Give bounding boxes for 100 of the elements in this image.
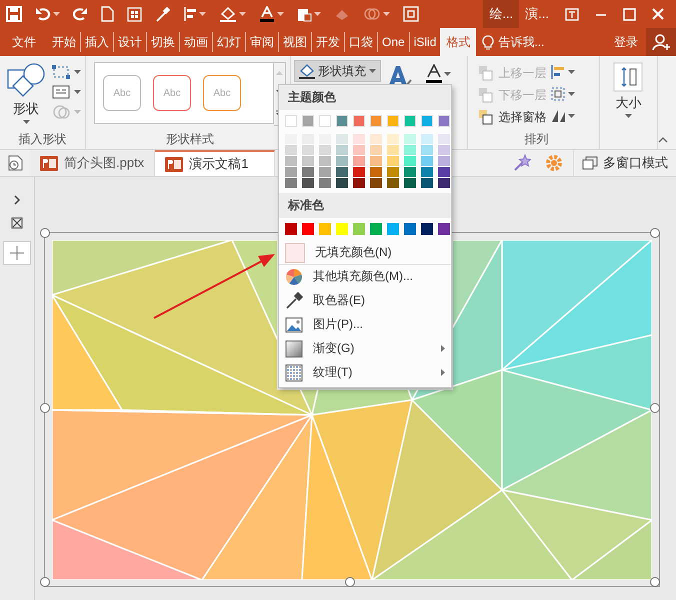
color-swatch[interactable] — [336, 178, 348, 188]
resize-handle[interactable] — [345, 577, 355, 587]
menu-item[interactable]: 渐变(G) — [279, 336, 451, 360]
color-swatch[interactable] — [421, 145, 433, 155]
color-swatch[interactable] — [302, 134, 314, 144]
align-icon[interactable] — [550, 64, 566, 80]
resize-handle[interactable] — [650, 228, 660, 238]
color-swatch[interactable] — [353, 145, 365, 155]
resize-handle[interactable] — [40, 403, 50, 413]
caret-icon[interactable] — [624, 114, 632, 118]
ribbon-tab[interactable]: 文件 — [0, 28, 46, 56]
color-swatch[interactable] — [404, 134, 416, 144]
color-swatch[interactable] — [387, 134, 399, 144]
color-swatch[interactable] — [421, 167, 433, 177]
color-swatch[interactable] — [319, 178, 331, 188]
menu-item[interactable]: 无填充颜色(N) — [279, 240, 451, 264]
color-swatch[interactable] — [302, 178, 314, 188]
ribbon-display-icon[interactable] — [565, 8, 579, 20]
color-swatch[interactable] — [302, 145, 314, 155]
new-document-icon[interactable] — [101, 6, 114, 22]
tell-me-search[interactable]: 告诉我... — [476, 28, 550, 56]
color-swatch[interactable] — [285, 145, 297, 155]
color-swatch[interactable] — [404, 115, 416, 127]
rotate-icon[interactable] — [550, 108, 566, 124]
menu-item[interactable]: 纹理(T) — [279, 360, 451, 384]
color-swatch[interactable] — [370, 115, 382, 127]
gear-icon[interactable] — [545, 154, 563, 172]
color-swatch[interactable] — [438, 156, 450, 166]
resize-handle[interactable] — [650, 403, 660, 413]
color-swatch[interactable] — [353, 167, 365, 177]
color-swatch[interactable] — [319, 134, 331, 144]
color-swatch[interactable] — [421, 115, 433, 127]
resize-handle[interactable] — [40, 228, 50, 238]
color-swatch[interactable] — [438, 145, 450, 155]
menu-item[interactable]: 图片(P)... — [279, 312, 451, 336]
color-swatch[interactable] — [438, 178, 450, 188]
eyedropper-icon[interactable] — [155, 6, 170, 22]
size-button[interactable]: 大小 — [611, 60, 646, 120]
color-swatch[interactable] — [285, 178, 297, 188]
shape-fill-button[interactable]: 形状填充 — [294, 60, 381, 82]
collapse-ribbon-icon[interactable] — [658, 137, 668, 143]
caret-icon[interactable] — [314, 12, 321, 16]
grid-icon[interactable] — [127, 6, 142, 22]
document-tab[interactable]: 演示文稿1 — [155, 150, 276, 176]
color-swatch[interactable] — [404, 223, 416, 235]
color-swatch[interactable] — [370, 134, 382, 144]
maximize-icon[interactable] — [623, 8, 636, 20]
paste-icon[interactable] — [297, 6, 312, 22]
caret-icon[interactable] — [444, 72, 452, 76]
color-swatch[interactable] — [353, 178, 365, 188]
font-color-icon[interactable] — [259, 6, 275, 22]
shapes-button[interactable]: 形状 — [4, 60, 48, 131]
caret-icon[interactable] — [239, 12, 246, 16]
add-slide-button[interactable] — [3, 241, 31, 265]
color-swatch[interactable] — [370, 145, 382, 155]
color-swatch[interactable] — [319, 167, 331, 177]
ribbon-tab[interactable]: 幻灯 — [212, 32, 245, 52]
edit-shape-icon[interactable] — [52, 64, 72, 80]
color-swatch[interactable] — [285, 156, 297, 166]
caret-icon[interactable] — [369, 69, 376, 73]
overlap-circles-icon[interactable] — [363, 6, 381, 22]
color-swatch[interactable] — [285, 223, 297, 235]
menu-item[interactable]: 其他填充颜色(M)... — [279, 264, 451, 288]
color-swatch[interactable] — [387, 223, 399, 235]
color-swatch[interactable] — [319, 115, 331, 127]
color-swatch[interactable] — [336, 223, 348, 235]
color-swatch[interactable] — [421, 178, 433, 188]
color-swatch[interactable] — [285, 134, 297, 144]
caret-icon[interactable] — [74, 70, 81, 74]
ribbon-tab[interactable]: 审阅 — [245, 32, 278, 52]
expand-pane-icon[interactable] — [13, 195, 21, 205]
color-swatch[interactable] — [438, 115, 450, 127]
color-swatch[interactable] — [421, 156, 433, 166]
color-swatch[interactable] — [387, 156, 399, 166]
caret-icon[interactable] — [53, 12, 60, 16]
color-swatch[interactable] — [319, 145, 331, 155]
caret-icon[interactable] — [277, 12, 284, 16]
sign-in-link[interactable]: 登录 — [606, 28, 646, 56]
color-swatch[interactable] — [370, 156, 382, 166]
resize-handle[interactable] — [40, 577, 50, 587]
color-swatch[interactable] — [302, 223, 314, 235]
resize-handle[interactable] — [650, 577, 660, 587]
color-swatch[interactable] — [421, 223, 433, 235]
fill-bucket-icon[interactable] — [219, 6, 237, 22]
caret-icon[interactable] — [199, 12, 206, 16]
caret-icon[interactable] — [22, 120, 30, 124]
color-swatch[interactable] — [353, 223, 365, 235]
caret-icon[interactable] — [568, 70, 576, 74]
group-objects-icon[interactable] — [550, 86, 566, 102]
ribbon-tab[interactable]: 视图 — [278, 32, 311, 52]
undo-icon[interactable] — [35, 7, 51, 21]
share-button[interactable] — [646, 28, 676, 56]
color-swatch[interactable] — [404, 156, 416, 166]
color-swatch[interactable] — [285, 167, 297, 177]
ribbon-tab[interactable]: 口袋 — [344, 32, 377, 52]
color-swatch[interactable] — [336, 167, 348, 177]
color-swatch[interactable] — [336, 156, 348, 166]
color-swatch[interactable] — [370, 178, 382, 188]
color-swatch[interactable] — [302, 156, 314, 166]
multi-window-button[interactable]: 多窗口模式 — [573, 150, 676, 176]
